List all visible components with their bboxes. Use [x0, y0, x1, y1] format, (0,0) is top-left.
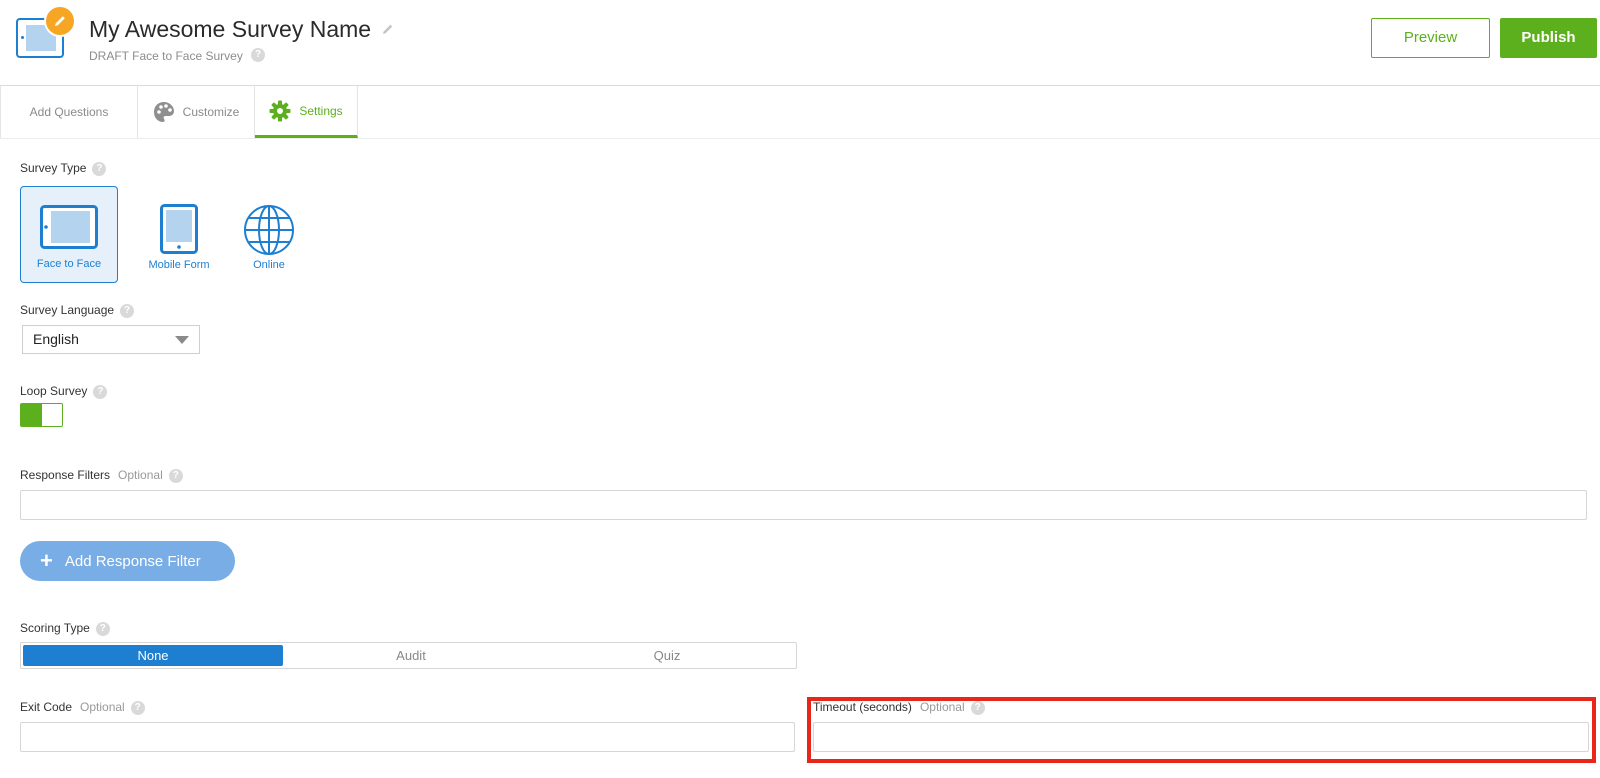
response-filters-text: Response Filters: [20, 468, 111, 482]
help-icon[interactable]: ?: [93, 384, 108, 399]
loop-survey-text: Loop Survey: [20, 384, 88, 398]
tab-label: Customize: [182, 105, 240, 119]
tab-label: Settings: [299, 103, 343, 118]
tab-bar: Add Questions Customize Settings: [0, 86, 1600, 138]
optional-tag: Optional: [80, 700, 125, 714]
rename-pencil-icon[interactable]: [381, 22, 395, 41]
tablet-portrait-icon: [160, 204, 198, 254]
help-icon[interactable]: ?: [92, 161, 107, 176]
chevron-down-icon: [175, 336, 189, 344]
add-response-filter-button[interactable]: + Add Response Filter: [20, 541, 235, 581]
survey-language-label: Survey Language?: [20, 303, 135, 318]
tab-customize[interactable]: Customize: [138, 86, 255, 138]
help-icon[interactable]: ?: [95, 621, 110, 636]
tab-settings[interactable]: Settings: [255, 86, 358, 138]
scoring-type-selector: None Audit Quiz: [20, 642, 797, 669]
survey-type-caption: Online: [253, 259, 285, 271]
scoring-option-none[interactable]: None: [23, 645, 283, 666]
response-filters-input[interactable]: [20, 490, 1587, 520]
survey-type-online[interactable]: Online: [220, 186, 318, 283]
survey-type-caption: Mobile Form: [148, 259, 210, 271]
toggle-knob: [21, 404, 42, 426]
survey-type-face-to-face[interactable]: Face to Face: [20, 186, 118, 283]
globe-icon: [244, 205, 294, 255]
help-icon[interactable]: ?: [168, 468, 183, 483]
survey-subtitle: DRAFT Face to Face Survey: [89, 49, 243, 63]
help-icon[interactable]: ?: [251, 48, 265, 62]
app-header: My Awesome Survey Name DRAFT Face to Fac…: [0, 0, 1600, 86]
plus-icon: +: [40, 548, 53, 573]
gear-icon: [269, 100, 291, 121]
loop-survey-label: Loop Survey?: [20, 384, 108, 399]
exit-code-input[interactable]: [20, 722, 795, 752]
exit-code-text: Exit Code: [20, 700, 73, 714]
survey-language-text: Survey Language: [20, 303, 115, 317]
survey-title[interactable]: My Awesome Survey Name: [89, 16, 371, 43]
survey-type-text: Survey Type: [20, 161, 87, 175]
preview-button[interactable]: Preview: [1371, 18, 1490, 58]
survey-type-mobile-form[interactable]: Mobile Form: [130, 186, 228, 283]
help-icon[interactable]: ?: [120, 303, 135, 318]
optional-tag: Optional: [118, 468, 163, 482]
tablet-landscape-icon: [40, 205, 98, 249]
response-filters-label: Response Filters Optional?: [20, 468, 183, 483]
scoring-type-label: Scoring Type?: [20, 621, 110, 636]
survey-type-caption: Face to Face: [36, 258, 102, 270]
edit-pencil-icon[interactable]: [44, 5, 76, 37]
survey-language-select[interactable]: English: [22, 325, 200, 354]
help-icon[interactable]: ?: [130, 700, 145, 715]
publish-button[interactable]: Publish: [1500, 18, 1597, 58]
add-filter-label: Add Response Filter: [64, 552, 201, 570]
highlight-box: [807, 697, 1596, 763]
scoring-option-audit[interactable]: Audit: [283, 645, 539, 666]
tab-add-questions[interactable]: Add Questions: [0, 86, 138, 138]
tab-label: Add Questions: [29, 105, 109, 119]
scoring-type-text: Scoring Type: [20, 621, 90, 635]
selected-language: English: [33, 331, 79, 347]
tab-divider: [0, 138, 1600, 139]
loop-survey-toggle[interactable]: [20, 403, 63, 427]
survey-type-label: Survey Type?: [20, 161, 107, 176]
scoring-option-quiz[interactable]: Quiz: [539, 645, 795, 666]
palette-icon: [153, 102, 174, 122]
exit-code-label: Exit Code Optional?: [20, 700, 145, 715]
